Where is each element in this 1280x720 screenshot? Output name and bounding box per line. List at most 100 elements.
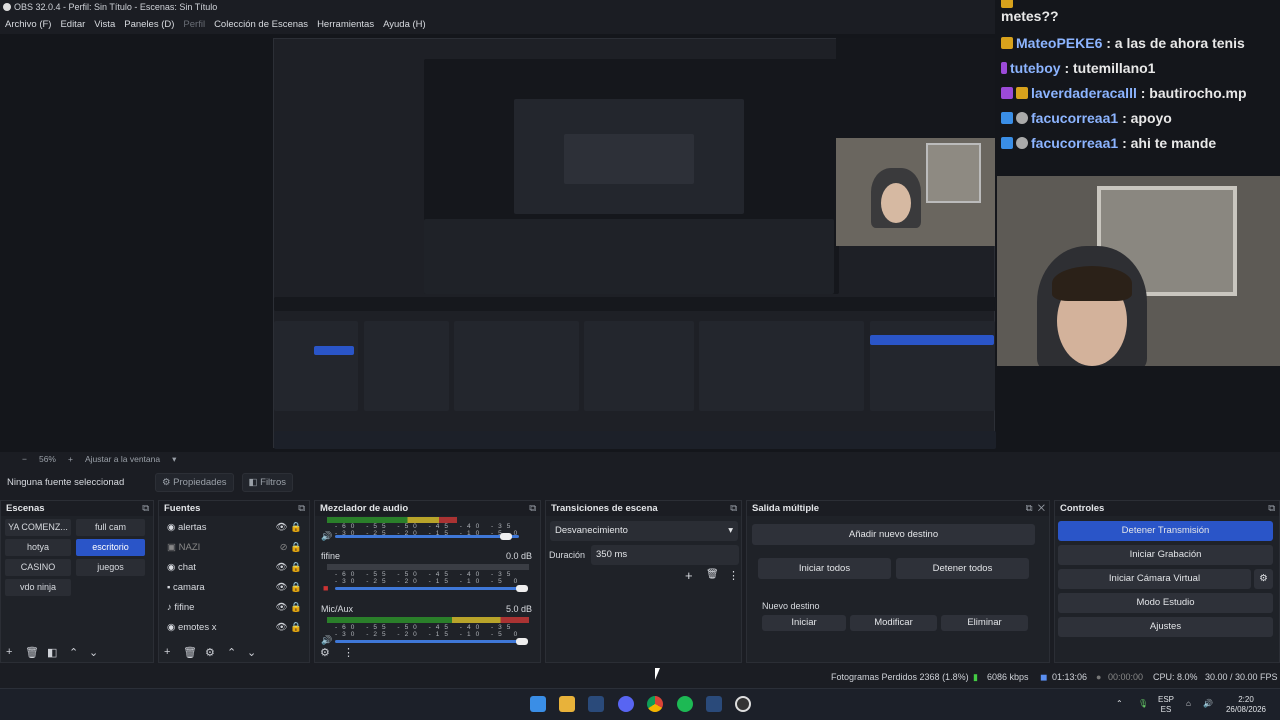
source-item[interactable]: ▣ NAZI ⊘ 🔒 (167, 539, 302, 557)
start-button[interactable]: Iniciar (762, 615, 846, 631)
volume-knob[interactable] (516, 638, 528, 645)
menu-editar[interactable]: Editar (60, 19, 85, 30)
properties-button[interactable]: ⚙ Propiedades (155, 472, 234, 492)
source-name: alertas (177, 522, 207, 533)
muted-icon[interactable]: ■ (323, 583, 328, 593)
chevron-up-icon[interactable]: ⌃ (69, 646, 78, 659)
scene-item[interactable]: full cam (76, 519, 145, 536)
clock[interactable]: 2:20 26/08/2026 (1224, 695, 1268, 715)
add-icon[interactable]: + (685, 568, 693, 583)
delete-button[interactable]: Eliminar (941, 615, 1028, 631)
start-all-button[interactable]: Iniciar todos (758, 558, 891, 579)
channel-name: fifine (321, 551, 341, 561)
source-item[interactable]: ◉ alertas 👁 🔒 (167, 519, 302, 537)
modify-button[interactable]: Modificar (850, 615, 937, 631)
volume-icon[interactable]: 🔊 (1203, 699, 1213, 709)
menu-coleccion[interactable]: Colección de Escenas (214, 19, 308, 30)
steam-icon[interactable] (588, 696, 604, 712)
channel-db: 5.0 dB (505, 604, 532, 614)
chevron-up-icon[interactable]: ⌃ (227, 646, 236, 659)
menu-vista[interactable]: Vista (94, 19, 115, 30)
close-icon[interactable]: ⧉ ✕ (1026, 501, 1045, 516)
add-destination-button[interactable]: Añadir nuevo destino (752, 524, 1035, 545)
duration-label: Duración (549, 550, 586, 560)
chrome-icon[interactable] (647, 696, 663, 712)
stop-all-button[interactable]: Detener todos (896, 558, 1029, 579)
trash-icon[interactable]: 🗑 (25, 646, 39, 659)
eye-icon[interactable]: 👁 🔒 (275, 559, 302, 577)
scene-item-selected[interactable]: escritorio (76, 539, 145, 556)
undock-icon[interactable]: ⧉ (730, 501, 737, 516)
volume-knob[interactable] (516, 585, 528, 592)
add-icon[interactable]: + (6, 646, 12, 658)
eye-off-icon[interactable]: ⊘ 🔒 (280, 539, 302, 557)
trash-icon[interactable]: 🗑 (183, 646, 197, 659)
eye-icon[interactable]: 👁 🔒 (275, 579, 302, 597)
fit-window-dropdown[interactable]: Ajustar a la ventana (85, 452, 160, 466)
menu-ayuda[interactable]: Ayuda (H) (383, 19, 426, 30)
speaker-icon[interactable]: 🔊 (321, 531, 332, 542)
file-explorer-icon[interactable] (559, 696, 575, 712)
menu-archivo[interactable]: Archivo (F) (5, 19, 51, 30)
language-indicator[interactable]: ESP ES (1158, 695, 1174, 715)
source-item[interactable]: ♪ fifine 👁 🔒 (167, 599, 302, 617)
source-item[interactable]: ◉ chat 👁 🔒 (167, 559, 302, 577)
scene-item[interactable]: CASINO (5, 559, 71, 576)
obs-icon[interactable] (735, 696, 751, 712)
undock-icon[interactable]: ⧉ (529, 501, 536, 516)
chevron-down-icon[interactable]: ⌄ (247, 646, 256, 659)
status-bar: Fotogramas Perdidos 2368 (1.8%) ▮ 6086 k… (0, 667, 1280, 687)
network-icon[interactable]: ⌂ (1186, 699, 1191, 709)
virtual-camera-button[interactable]: Iniciar Cámara Virtual (1058, 569, 1251, 589)
source-item[interactable]: ◉ emotes x 👁 🔒 (167, 619, 302, 637)
studio-mode-button[interactable]: Modo Estudio (1058, 593, 1273, 613)
menu-paneles[interactable]: Paneles (D) (124, 19, 174, 30)
chevron-up-icon[interactable]: ⌃ (1116, 699, 1123, 709)
volume-slider[interactable] (335, 587, 523, 590)
spotify-icon[interactable] (677, 696, 693, 712)
eye-icon[interactable]: 👁 🔒 (275, 599, 302, 617)
undock-icon[interactable]: ⧉ (298, 501, 305, 516)
source-item[interactable]: ▪ camara 👁 🔒 (167, 579, 302, 597)
speaker-icon[interactable]: 🔊 (321, 635, 332, 646)
scene-item[interactable]: hotya (5, 539, 71, 556)
start-recording-button[interactable]: Iniciar Grabación (1058, 545, 1273, 565)
date: 26/08/2026 (1225, 705, 1267, 714)
stop-stream-button[interactable]: Detener Transmisión (1058, 521, 1273, 541)
filters-button[interactable]: ◧ Filtros (241, 472, 294, 492)
trash-icon[interactable]: 🗑 (706, 569, 719, 580)
gear-icon[interactable]: ⚙ (1254, 569, 1273, 589)
volume-slider[interactable] (335, 640, 523, 643)
scene-item[interactable]: vdo ninja (5, 579, 71, 596)
chevron-down-icon[interactable]: ▾ (172, 452, 176, 466)
discord-icon[interactable] (618, 696, 634, 712)
volume-knob[interactable] (500, 533, 512, 540)
zoom-plus[interactable]: + (68, 452, 73, 466)
chat-line: facucorreaa1 : ahi te mande (1001, 135, 1216, 151)
settings-button[interactable]: Ajustes (1058, 617, 1273, 637)
zoom-percent: 56% (38, 454, 56, 464)
menu-herramientas[interactable]: Herramientas (317, 19, 374, 30)
mic-icon[interactable]: 🎙 (1138, 699, 1148, 709)
scene-item[interactable]: juegos (76, 559, 145, 576)
gear-icon[interactable]: ⚙ (320, 646, 330, 659)
undock-icon[interactable]: ⧉ (142, 501, 149, 516)
duration-input[interactable]: 350 ms (591, 545, 739, 565)
eye-icon[interactable]: 👁 🔒 (275, 619, 302, 637)
windows-start-icon[interactable] (530, 696, 546, 712)
filter-icon[interactable]: ◧ (47, 646, 57, 659)
add-icon[interactable]: + (164, 646, 170, 658)
volume-slider[interactable] (335, 535, 519, 538)
gear-icon[interactable]: ⚙ (205, 646, 215, 659)
zoom-minus[interactable]: − (22, 452, 27, 466)
more-icon[interactable]: ⋮ (728, 569, 739, 582)
source-name: fifine (174, 602, 195, 613)
chevron-down-icon[interactable]: ⌄ (89, 646, 98, 659)
scene-item[interactable]: YA COMENZ... (5, 519, 71, 536)
eye-icon[interactable]: 👁 🔒 (275, 519, 302, 537)
more-icon[interactable]: ⋮ (343, 646, 354, 659)
undock-icon[interactable]: ⧉ (1268, 501, 1275, 516)
steam-icon[interactable] (706, 696, 722, 712)
transition-select[interactable]: Desvanecimiento ▾ (550, 521, 738, 541)
menu-perfil[interactable]: Perfil (183, 19, 205, 30)
